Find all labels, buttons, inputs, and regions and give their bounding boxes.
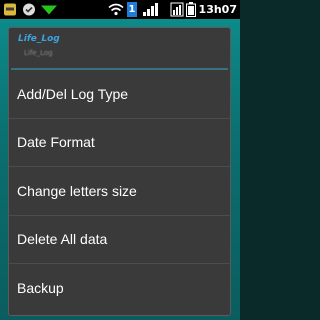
- dialog-subtitle: Life_Log: [24, 49, 53, 57]
- menu-item-change-letters-size[interactable]: Change letters size: [9, 167, 230, 216]
- status-time: 13h07: [198, 3, 237, 16]
- battery-icon: [186, 2, 196, 17]
- options-dialog: Life_Log Life_Log Add/Del Log Type Date …: [8, 27, 231, 316]
- wifi-icon: [108, 3, 124, 16]
- signal-icon: [143, 3, 158, 16]
- signal-bars-outline-icon: [170, 2, 184, 17]
- status-bar: 1 13h07: [0, 0, 240, 19]
- menu-item-add-del-log-type[interactable]: Add/Del Log Type: [9, 70, 230, 119]
- dialog-header: Life_Log Life_Log: [9, 28, 230, 68]
- dialog-title: Life_Log: [18, 34, 60, 44]
- menu-item-date-format[interactable]: Date Format: [9, 119, 230, 167]
- menu-item-delete-all-data[interactable]: Delete All data: [9, 216, 230, 264]
- app-logo-icon: [4, 3, 16, 16]
- green-arrow-icon: [41, 5, 57, 15]
- menu-item-backup[interactable]: Backup: [9, 264, 230, 313]
- check-circle-icon: [23, 3, 35, 16]
- notification-badge-icon: 1: [127, 2, 137, 17]
